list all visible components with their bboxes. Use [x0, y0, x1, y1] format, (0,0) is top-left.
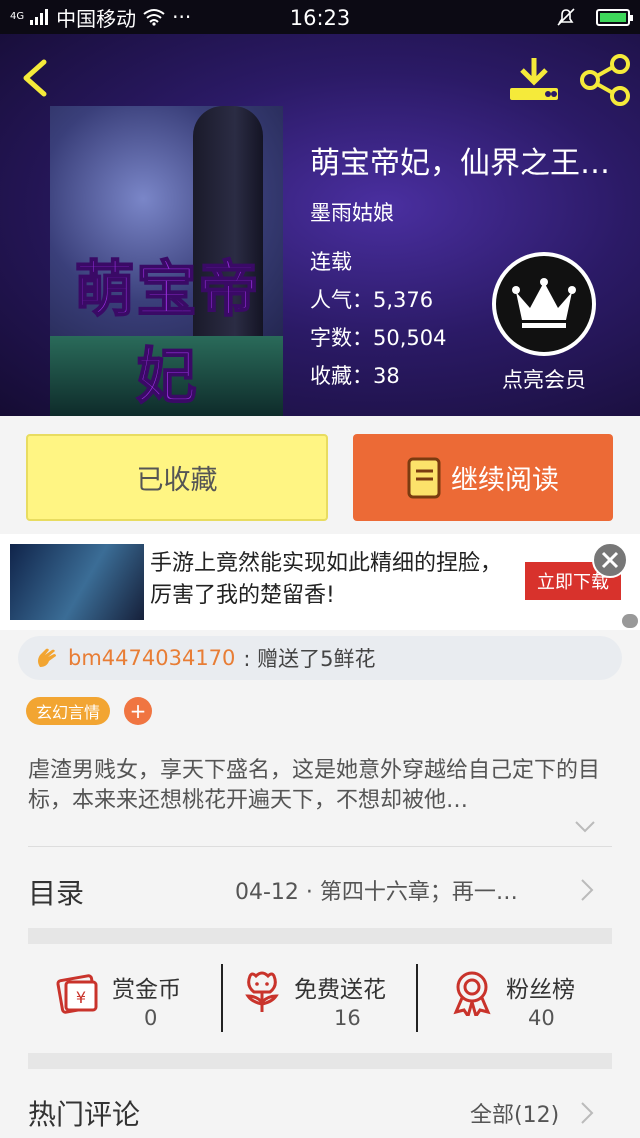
book-title: 萌宝帝妃，仙界之王… [310, 146, 610, 181]
battery-icon [596, 8, 633, 26]
continue-reading-button[interactable]: 继续阅读 [353, 434, 613, 521]
vip-label[interactable]: 点亮会员 [494, 364, 594, 394]
ad-badge-icon [622, 614, 638, 628]
ad-thumbnail [10, 544, 144, 620]
book-description: 虐渣男贱女，享天下盛名，这是她意外穿越给自己定下的目标，本来来还想桃花开遍天下，… [28, 758, 601, 813]
hot-comments-title: 热门评论 [28, 1098, 141, 1131]
ribbon-icon [453, 971, 491, 1016]
comments-chevron-icon[interactable] [580, 1101, 594, 1125]
toc-label[interactable]: 目录 [28, 872, 84, 912]
clock: 16:23 [289, 6, 351, 30]
book-header: 萌宝帝妃 萌宝帝妃，仙界之王… 墨雨姑娘 连载 人气：5,376 字数：50,5… [0, 34, 640, 416]
free-flower-label: 免费送花 [294, 977, 386, 1003]
vip-badge-button[interactable] [492, 252, 596, 356]
genre-tag[interactable]: 玄幻言情 [26, 697, 111, 725]
fan-ranking-label: 粉丝榜 [506, 977, 575, 1003]
close-icon [601, 551, 619, 569]
reward-coin-icon: ¥ [56, 974, 98, 1014]
all-comments-link[interactable]: 全部(12) [470, 1097, 559, 1129]
ad-text[interactable]: 手游上竟然能实现如此精细的捏脸，厉害了我的楚留香! [150, 548, 510, 612]
share-icon[interactable] [580, 54, 630, 106]
toc-latest-chapter[interactable]: 04-12 · 第四十六章；再一… [235, 874, 565, 906]
ad-close-button[interactable] [592, 542, 628, 578]
clap-icon [38, 648, 56, 667]
fan-ranking-value: 40 [528, 1006, 555, 1030]
reward-coin-label: 赏金币 [112, 977, 181, 1003]
free-flower-stat[interactable]: 免费送花 16 [242, 962, 412, 1034]
book-popularity: 人气：5,376 [310, 288, 434, 312]
book-cover: 萌宝帝妃 [50, 106, 283, 416]
section-gap [28, 928, 612, 944]
book-favorites: 收藏：38 [310, 364, 400, 388]
expand-chevron-icon[interactable] [574, 820, 596, 834]
book-status: 连载 [310, 250, 352, 274]
mute-bell-icon [557, 8, 575, 26]
crown-icon [512, 278, 576, 328]
divider [28, 846, 612, 847]
book-author[interactable]: 墨雨姑娘 [310, 197, 394, 227]
continue-reading-label: 继续阅读 [451, 465, 559, 496]
book-word-count: 字数：50,504 [310, 326, 447, 350]
cover-title: 萌宝帝妃 [74, 254, 261, 413]
ad-banner[interactable]: 手游上竟然能实现如此精细的捏脸，厉害了我的楚留香! 立即下载 [0, 534, 640, 630]
toc-chevron-icon[interactable] [580, 878, 594, 902]
gift-ticker: bm4474034170 : 赠送了5鲜花 [18, 636, 622, 680]
fan-ranking-stat[interactable]: 粉丝榜 40 [450, 962, 600, 1034]
section-gap [28, 1053, 612, 1069]
download-icon[interactable] [508, 54, 560, 106]
book-icon [407, 457, 441, 498]
stat-separator [221, 964, 223, 1032]
status-bar: 4G 中国移动 ··· 16:23 [0, 0, 640, 34]
gift-action: : 赠送了5鲜花 [243, 647, 376, 671]
favorited-button[interactable]: 已收藏 [26, 434, 328, 521]
flower-icon [245, 971, 279, 1012]
reward-coin-stat[interactable]: ¥ 赏金币 0 [56, 962, 206, 1034]
gift-user[interactable]: bm4474034170 [68, 646, 235, 670]
stat-separator [416, 964, 418, 1032]
svg-text:¥: ¥ [76, 988, 86, 1007]
add-tag-button[interactable]: + [124, 697, 152, 725]
back-icon[interactable] [18, 58, 58, 98]
